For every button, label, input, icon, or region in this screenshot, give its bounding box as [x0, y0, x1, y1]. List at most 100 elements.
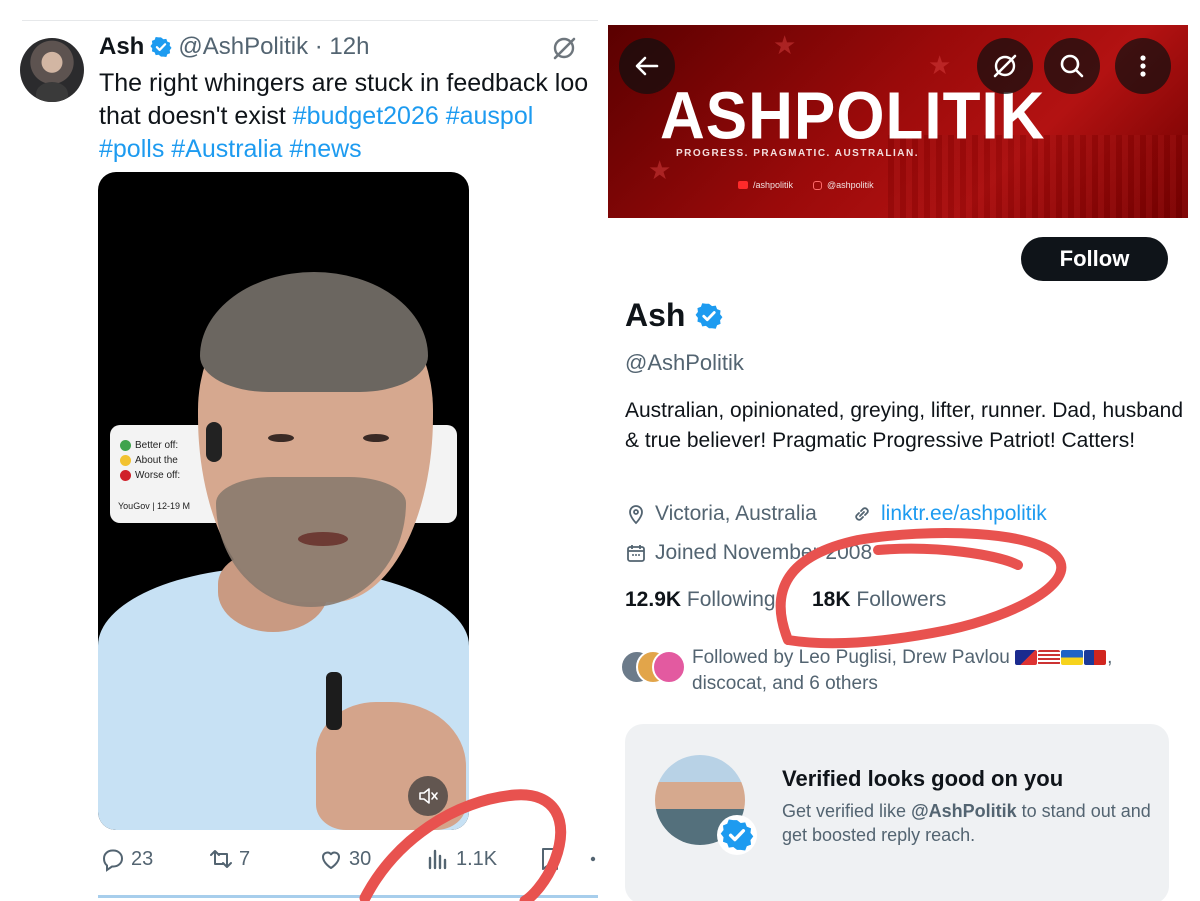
followers-label: Followers	[856, 588, 947, 611]
heart-icon	[322, 851, 340, 869]
banner-youtube-label: /ashpolitik	[753, 180, 794, 190]
hashtag-link[interactable]: #budget2026 #auspol	[293, 102, 534, 130]
back-arrow-icon	[635, 56, 659, 76]
mute-button[interactable]	[408, 776, 448, 816]
share-button[interactable]	[587, 846, 598, 872]
tweet-text-plain: that doesn't exist	[99, 102, 293, 130]
poll-dot-red	[120, 470, 131, 481]
followed-by[interactable]: Followed by Leo Puglisi, Drew Pavlou , d…	[620, 645, 1190, 695]
more-vertical-icon	[1140, 55, 1146, 77]
repost-icon	[210, 850, 232, 868]
banner-youtube: /ashpolitik	[738, 180, 793, 190]
hashtag-link[interactable]: #polls #Australia #news	[99, 133, 598, 166]
instagram-icon	[813, 180, 822, 190]
tweet-video[interactable]: Better off: About the Worse off: YouGov …	[98, 172, 469, 830]
verified-promo-card[interactable]: Verified looks good on you Get verified …	[625, 724, 1169, 901]
poll-row: Better off:	[120, 440, 178, 451]
poll-row: Worse off:	[120, 470, 180, 481]
banner-instagram: @ashpolitik	[813, 180, 874, 190]
followed-by-text: Followed by Leo Puglisi, Drew Pavlou , d…	[692, 645, 1172, 697]
like-count: 30	[349, 847, 372, 870]
follow-button[interactable]: Follow	[1021, 237, 1168, 281]
like-button[interactable]: 30	[318, 846, 371, 872]
repost-count: 7	[239, 847, 251, 870]
star-shape: ★	[648, 155, 672, 185]
tweet-actions: 23 7 30 1.1K	[100, 846, 598, 878]
reply-button[interactable]: 23	[100, 846, 153, 872]
views-button[interactable]: 1.1K	[425, 846, 497, 872]
video-person-hair	[200, 272, 428, 392]
tweet-text-line: The right whingers are stuck in feedback…	[99, 69, 589, 97]
taiwan-flag-icon	[1084, 650, 1107, 665]
followed-by-names: Followed by Leo Puglisi, Drew Pavlou	[692, 647, 1010, 669]
poll-source: YouGov | 12-19 M	[118, 501, 191, 511]
profile-handle: @AshPolitik	[625, 350, 744, 375]
search-button[interactable]	[1044, 38, 1100, 94]
following-link[interactable]: 12.9K Following	[625, 588, 776, 612]
star-shape: ★	[928, 50, 952, 80]
profile-joined-text: Joined November 2008	[655, 541, 873, 564]
poll-dot-green	[120, 440, 131, 451]
verified-badge-icon[interactable]	[695, 302, 723, 330]
divider	[22, 20, 598, 21]
verified-badge-icon	[150, 37, 172, 57]
tweet-handle-time: @AshPolitik · 12h	[178, 33, 370, 60]
grok-icon[interactable]	[550, 34, 578, 62]
calendar-icon	[627, 545, 645, 562]
poll-label: Better off:	[135, 440, 179, 451]
promo-title: Verified looks good on you	[782, 766, 1064, 791]
profile-bio: Australian, opinionated, greying, lifter…	[625, 399, 1184, 452]
promo-text: Get verified like @AshPolitik to stand o…	[782, 799, 1152, 847]
tweet-header: Ash @AshPolitik · 12h	[99, 33, 369, 61]
profile-name-row: Ash	[625, 297, 729, 334]
tweet-text: The right whingers are stuck in feedback…	[99, 67, 598, 166]
tweet-author-avatar[interactable]	[20, 38, 84, 102]
tweet-panel: Ash @AshPolitik · 12h The right whingers…	[0, 0, 598, 901]
divider	[98, 895, 598, 898]
grok-button[interactable]	[977, 38, 1033, 94]
profile-banner[interactable]: ★ ★ ★ ASHPOLITIK PROGRESS. PRAGMATIC. AU…	[608, 25, 1188, 218]
avatar	[652, 650, 686, 684]
banner-tagline: PROGRESS. PRAGMATIC. AUSTRALIAN.	[676, 148, 920, 159]
verified-badge-icon	[720, 819, 754, 851]
views-bar-chart-icon	[428, 849, 447, 870]
profile-location: Victoria, Australia	[625, 502, 817, 526]
poll-row: About the	[120, 455, 178, 466]
star-shape: ★	[773, 30, 797, 60]
bookmark-button[interactable]	[537, 846, 568, 872]
tweet-author-name[interactable]: Ash	[99, 33, 144, 61]
banner-title: ASHPOLITIK	[660, 79, 1046, 154]
more-options-button[interactable]	[1115, 38, 1171, 94]
video-person-eye	[268, 434, 294, 442]
followers-link[interactable]: 18K Followers	[812, 588, 946, 612]
promo-text-prefix: Get verified like	[782, 801, 912, 821]
back-button[interactable]	[619, 38, 675, 94]
flag-emojis: ,	[1015, 645, 1112, 671]
location-pin-icon	[629, 505, 643, 525]
repost-button[interactable]: 7	[208, 846, 250, 872]
promo-verified-badge	[717, 815, 757, 855]
bookmark-icon	[542, 848, 558, 870]
poll-dot-yellow	[120, 455, 131, 466]
youtube-icon	[738, 181, 748, 189]
reply-count: 23	[131, 847, 154, 870]
following-label: Following	[686, 588, 776, 611]
video-person-mouth	[298, 532, 348, 546]
grok-icon	[993, 54, 1017, 78]
muted-speaker-icon	[419, 788, 438, 804]
followers-count: 18K	[812, 588, 851, 611]
poll-label: Worse off:	[135, 470, 181, 481]
tweet-text-line: that doesn't exist #budget2026 #auspol	[99, 100, 598, 133]
video-person-earpiece	[206, 422, 222, 462]
video-microphone	[326, 672, 342, 730]
banner-instagram-label: @ashpolitik	[827, 180, 874, 190]
reply-icon	[102, 849, 124, 872]
ukraine-flag-icon	[1061, 650, 1084, 665]
search-icon	[1060, 54, 1084, 78]
video-person-eye	[363, 434, 389, 442]
profile-location-text: Victoria, Australia	[655, 502, 817, 525]
profile-panel: ★ ★ ★ ASHPOLITIK PROGRESS. PRAGMATIC. AU…	[598, 0, 1200, 901]
profile-link[interactable]: linktr.ee/ashpolitik	[851, 502, 1047, 526]
profile-link-text[interactable]: linktr.ee/ashpolitik	[881, 502, 1047, 526]
link-icon	[855, 507, 869, 521]
